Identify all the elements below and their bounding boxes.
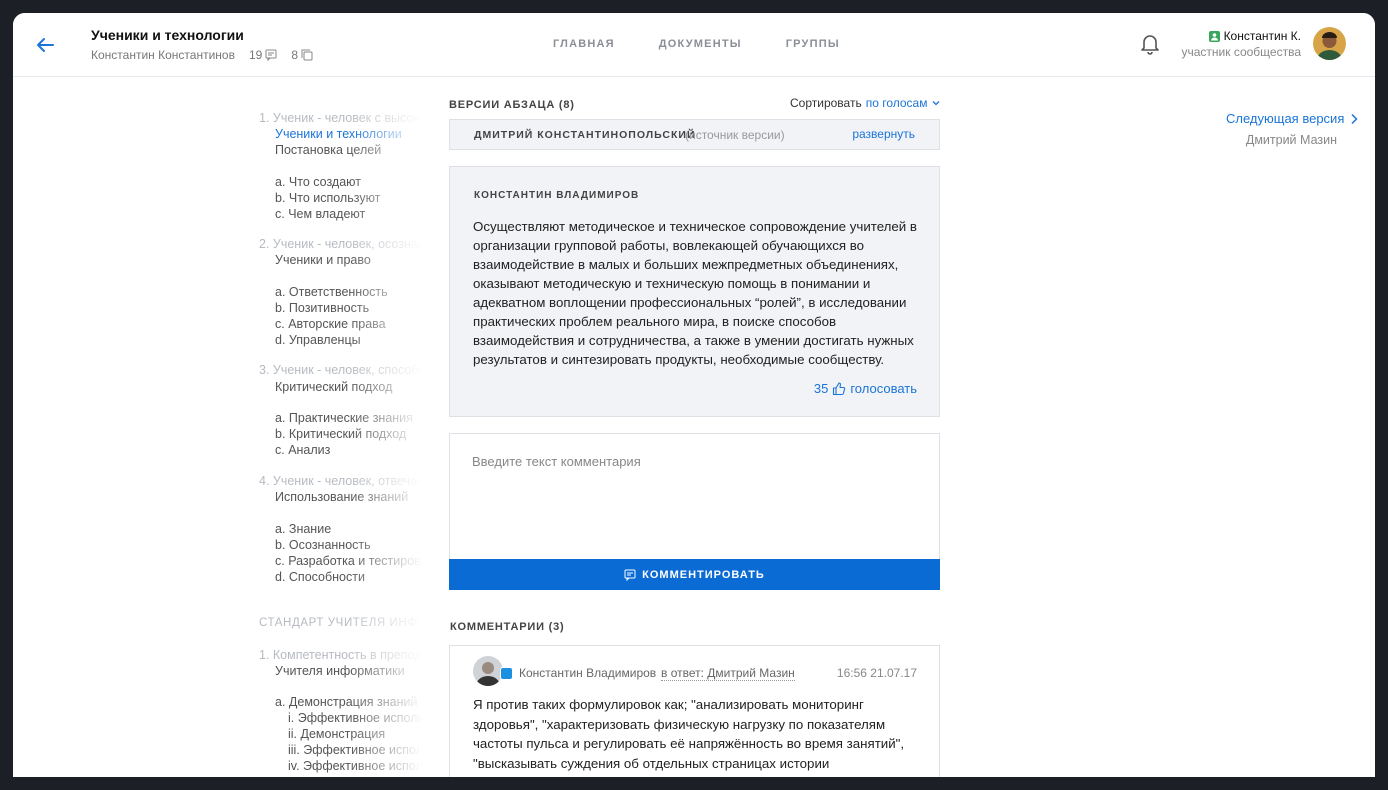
comment-button-label: КОММЕНТИРОВАТЬ bbox=[642, 568, 765, 581]
toc-item[interactable]: a. Демонстрация знаний bbox=[275, 694, 417, 710]
next-version-label: Следующая версия bbox=[1226, 111, 1345, 126]
toc-item[interactable]: iv. Эффективное использование bbox=[288, 758, 425, 774]
chevron-down-icon bbox=[933, 101, 940, 106]
comments-count: 19 bbox=[249, 48, 277, 62]
toc-item[interactable]: 4. Ученик - человек, отвечающий bbox=[259, 473, 425, 489]
toc-item[interactable]: Ученики и технологии bbox=[275, 126, 402, 142]
toc-item[interactable]: d. Способности bbox=[275, 569, 365, 585]
version-text: Осуществляют методическое и техническое … bbox=[473, 219, 917, 367]
comment-time: 16:56 21.07.17 bbox=[836, 666, 917, 680]
user-name: Константин К. bbox=[1223, 29, 1301, 43]
vote-button[interactable]: 35 голосовать bbox=[814, 381, 917, 396]
toc-item[interactable]: Учителя информатики bbox=[275, 663, 405, 679]
comments-label: КОММЕНТАРИИ (3) bbox=[450, 621, 565, 633]
next-version-author: Дмитрий Мазин bbox=[1245, 133, 1337, 147]
toc-item[interactable]: b. Что используют bbox=[275, 190, 380, 206]
toc-item[interactable]: a. Ответственность bbox=[275, 284, 388, 300]
comment-text: Я против таких формулировок как; "анализ… bbox=[473, 697, 905, 771]
thumbs-up-icon bbox=[833, 381, 846, 395]
comment-author[interactable]: Константин Владимиров bbox=[519, 666, 656, 680]
toc-item[interactable]: a. Практические знания bbox=[275, 410, 413, 426]
user-badge-icon bbox=[1208, 30, 1220, 42]
toc-item[interactable]: 1. Компетентность в преподавании bbox=[259, 647, 425, 663]
nav-groups[interactable]: ГРУППЫ bbox=[786, 38, 840, 50]
bell-icon[interactable] bbox=[1140, 33, 1160, 55]
version-author: КОНСТАНТИН ВЛАДИМИРОВ bbox=[474, 190, 640, 201]
document-meta: Константин Константинов 19 8 bbox=[91, 48, 313, 62]
toc-item[interactable]: a. Знание bbox=[275, 521, 331, 537]
toc-item[interactable]: c. Разработка и тестирование bbox=[275, 553, 425, 569]
toc-item[interactable]: a. Что создают bbox=[275, 174, 361, 190]
chevron-right-icon bbox=[1351, 113, 1358, 124]
back-arrow-icon[interactable] bbox=[33, 33, 57, 57]
toc-item[interactable]: c. Чем владеют bbox=[275, 206, 365, 222]
toc-item[interactable]: Постановка целей bbox=[275, 142, 381, 158]
avatar[interactable] bbox=[1313, 27, 1346, 60]
toc-item[interactable]: 1. Ученик - человек с высокой bbox=[259, 110, 425, 126]
version-card: КОНСТАНТИН ВЛАДИМИРОВ Осуществляют метод… bbox=[449, 166, 940, 417]
comment-reply-to[interactable]: в ответ: Дмитрий Мазин bbox=[661, 666, 795, 681]
toc-item[interactable]: СТАНДАРТ УЧИТЕЛЯ ИНФОРМАТИКИ bbox=[259, 615, 425, 631]
copy-icon bbox=[301, 49, 313, 61]
copies-count: 8 bbox=[291, 48, 313, 62]
document-author: Константин Константинов bbox=[91, 48, 235, 62]
next-version-link[interactable]: Следующая версия bbox=[1226, 111, 1358, 126]
table-of-contents: 1. Ученик - человек с высокой Ученики и т… bbox=[259, 97, 425, 777]
user-info[interactable]: Константин К. участник сообщества bbox=[1181, 29, 1301, 59]
toc-item[interactable]: b. Позитивность bbox=[275, 300, 369, 316]
app-window: Ученики и технологии Константин Констант… bbox=[13, 13, 1375, 777]
toc-item[interactable]: Ученики и право bbox=[275, 252, 371, 268]
toc-item[interactable]: b. Осознанность bbox=[275, 537, 371, 553]
versions-label: ВЕРСИИ АБЗАЦА (8) bbox=[449, 99, 575, 111]
verified-icon bbox=[500, 667, 513, 680]
main-nav: ГЛАВНАЯ ДОКУМЕНТЫ ГРУППЫ bbox=[553, 38, 840, 50]
toc-item[interactable]: ii. Демонстрация bbox=[288, 726, 385, 742]
comment-icon bbox=[265, 49, 277, 61]
comment-button[interactable]: КОММЕНТИРОВАТЬ bbox=[449, 559, 940, 590]
version-source-note: (источник версии) bbox=[685, 128, 785, 142]
sort-value[interactable]: по голосам bbox=[866, 96, 928, 110]
toc-item[interactable]: Критический подход bbox=[275, 379, 392, 395]
toc-item[interactable]: 3. Ученик - человек, способный bbox=[259, 362, 425, 378]
vote-label: голосовать bbox=[850, 381, 917, 396]
toc-item[interactable]: d. Управленцы bbox=[275, 332, 361, 348]
user-role: участник сообщества bbox=[1181, 45, 1301, 59]
nav-documents[interactable]: ДОКУМЕНТЫ bbox=[659, 38, 742, 50]
user-name-row: Константин К. bbox=[1181, 29, 1301, 43]
vote-count: 35 bbox=[813, 381, 829, 396]
avatar[interactable] bbox=[473, 656, 503, 686]
toc-item[interactable]: b. Критический подход bbox=[275, 426, 406, 442]
comment-form bbox=[449, 433, 940, 559]
comment-icon bbox=[624, 569, 636, 581]
document-title: Ученики и технологии bbox=[91, 27, 244, 43]
comment-item: Константин Владимиров в ответ: Дмитрий М… bbox=[449, 645, 940, 777]
sort-control[interactable]: Сортировать по голосам bbox=[790, 96, 941, 110]
top-bar: Ученики и технологии Константин Констант… bbox=[13, 13, 1375, 77]
version-source-author: ДМИТРИЙ КОНСТАНТИНОПОЛЬСКИЙ bbox=[474, 129, 696, 141]
expand-link[interactable]: развернуть bbox=[852, 127, 915, 141]
toc-item[interactable]: 2. Ученик - человек, осознающий bbox=[259, 236, 425, 252]
toc-item[interactable]: iii. Эффективное использование bbox=[288, 742, 425, 758]
sort-label: Сортировать bbox=[790, 96, 862, 110]
toc-item[interactable]: Использование знаний bbox=[275, 489, 408, 505]
version-source-bar: ДМИТРИЙ КОНСТАНТИНОПОЛЬСКИЙ (источник ве… bbox=[449, 119, 940, 150]
toc-item[interactable]: c. Авторские права bbox=[275, 316, 386, 332]
comment-input[interactable] bbox=[450, 434, 939, 559]
toc-item[interactable]: c. Анализ bbox=[275, 442, 330, 458]
toc-item[interactable]: i. Эффективное использование bbox=[288, 710, 425, 726]
nav-home[interactable]: ГЛАВНАЯ bbox=[553, 38, 615, 50]
